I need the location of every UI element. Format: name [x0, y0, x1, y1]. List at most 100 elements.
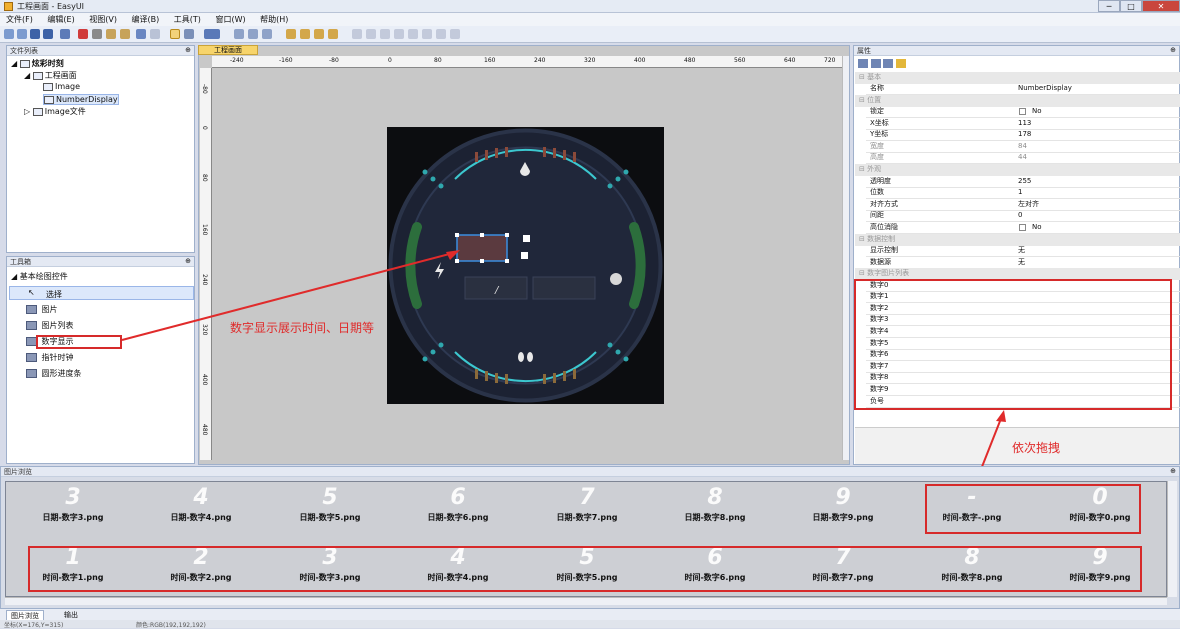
file-list-panel: 文件列表 ⊕ ◢ 炫彩时刻 ◢ 工程画面 Image NumberDisplay… [6, 45, 195, 253]
delete-icon[interactable] [78, 29, 88, 39]
image-item[interactable]: 3 日期-数字3.png [9, 484, 137, 523]
menu-window[interactable]: 窗口(W) [209, 13, 251, 26]
screen-icon [32, 71, 43, 80]
menu-tools[interactable]: 工具(T) [168, 13, 207, 26]
tree-image-files[interactable]: ▷ Image文件 [24, 106, 86, 117]
gallery-scrollbar[interactable] [1167, 481, 1177, 597]
save-icon[interactable] [30, 29, 40, 39]
prop-height[interactable]: 高度 44 [866, 152, 1180, 164]
sort-az-icon[interactable] [870, 59, 881, 68]
category-digit-images[interactable]: ⊟ 数字图片列表 [855, 268, 1180, 280]
prop-width[interactable]: 宽度 84 [866, 141, 1180, 153]
category-position[interactable]: ⊟ 位置 [855, 95, 1180, 107]
toolbox-group[interactable]: ◢ 基本绘图控件 [11, 271, 68, 282]
properties-toolbar [858, 59, 918, 69]
prop-name[interactable]: 名称 NumberDisplay [866, 83, 1180, 95]
copy-icon[interactable] [60, 29, 70, 39]
prop-show-control[interactable]: 显示控制无 [866, 245, 1180, 257]
cut-icon[interactable] [92, 29, 102, 39]
image-folder-icon [32, 107, 43, 116]
new-icon[interactable] [4, 29, 14, 39]
prop-spacing[interactable]: 间距 0 [866, 210, 1180, 222]
clock-icon [26, 353, 37, 362]
maximize-button[interactable]: □ [1120, 0, 1142, 12]
image-item[interactable]: 5 日期-数字5.png [266, 484, 394, 523]
project-icon [19, 59, 30, 68]
prop-zero-blank[interactable]: 高位消隐 No [866, 222, 1180, 234]
open-icon[interactable] [17, 29, 27, 39]
tab-design[interactable]: 工程画面 [198, 45, 258, 55]
pointer-icon[interactable] [184, 29, 194, 39]
events-icon[interactable] [895, 59, 906, 68]
prop-digits[interactable]: 位数 1 [866, 187, 1180, 199]
toolbox-item-image[interactable]: 图片 [26, 304, 58, 315]
lock-checkbox[interactable] [1019, 108, 1026, 115]
prop-data-source[interactable]: 数据源无 [866, 257, 1180, 269]
prop-y[interactable]: Y坐标 178 [866, 129, 1180, 141]
layout-icon[interactable] [204, 29, 220, 39]
image-icon [26, 305, 37, 314]
pin-icon[interactable]: ⊕ [185, 46, 191, 54]
align-right-icon[interactable] [380, 29, 390, 39]
import-icon[interactable] [300, 29, 310, 39]
menu-view[interactable]: 视图(V) [83, 13, 123, 26]
paste-icon[interactable] [106, 29, 116, 39]
prop-align[interactable]: 对齐方式 左对齐 [866, 199, 1180, 211]
category-appearance[interactable]: ⊟ 外观 [855, 164, 1180, 176]
tree-item-numberdisplay[interactable]: NumberDisplay [43, 94, 119, 105]
align-left-icon[interactable] [352, 29, 362, 39]
property-pages-icon[interactable] [883, 59, 894, 68]
export-icon[interactable] [314, 29, 324, 39]
pin-icon[interactable]: ⊕ [1170, 467, 1176, 475]
select-tool-icon[interactable] [170, 29, 180, 39]
align-center-icon[interactable] [366, 29, 376, 39]
tree-item-image[interactable]: Image [43, 82, 80, 91]
align-bottom-icon[interactable] [422, 29, 432, 39]
menu-edit[interactable]: 编辑(E) [41, 13, 80, 26]
tree-screen[interactable]: ◢ 工程画面 [24, 70, 77, 81]
image-item[interactable]: 9 日期-数字9.png [779, 484, 907, 523]
pin-icon[interactable]: ⊕ [1170, 46, 1176, 54]
toolbox-item-imagelist[interactable]: 图片列表 [26, 320, 74, 331]
toolbox-item-clock[interactable]: 指针时钟 [26, 352, 74, 363]
undo-icon[interactable] [136, 29, 146, 39]
zero-blank-checkbox[interactable] [1019, 224, 1026, 231]
prop-opacity[interactable]: 透明度 255 [866, 176, 1180, 188]
category-basic[interactable]: ⊟ 基本 [855, 72, 1180, 84]
categorized-icon[interactable] [858, 59, 868, 68]
gallery-hscrollbar[interactable] [5, 597, 1167, 605]
folder-icon[interactable] [286, 29, 296, 39]
image-item[interactable]: 4 日期-数字4.png [137, 484, 265, 523]
image-item[interactable]: 8 日期-数字8.png [651, 484, 779, 523]
align-top-icon[interactable] [394, 29, 404, 39]
paste-special-icon[interactable] [120, 29, 130, 39]
align-middle-icon[interactable] [408, 29, 418, 39]
menu-build[interactable]: 编译(B) [126, 13, 166, 26]
highlight-box [36, 335, 122, 349]
build-icon[interactable] [328, 29, 338, 39]
prop-x[interactable]: X坐标 113 [866, 118, 1180, 130]
same-height-icon[interactable] [450, 29, 460, 39]
image-browser-panel: 图片浏览 ⊕ 3 日期-数字3.png 4 日期-数字4.png 5 日期-数字5.p… [0, 466, 1180, 609]
minimize-button[interactable]: ─ [1098, 0, 1120, 12]
save-all-icon[interactable] [43, 29, 53, 39]
file-list-title: 文件列表 [7, 46, 194, 56]
menu-help[interactable]: 帮助(H) [254, 13, 294, 26]
category-display-control[interactable]: ⊟ 数据控制 [855, 234, 1180, 246]
zoom-out-icon[interactable] [262, 29, 272, 39]
time-digits-highlight-bottom [28, 546, 1142, 592]
menu-file[interactable]: 文件(F) [0, 13, 39, 26]
zoom-fit-icon[interactable] [248, 29, 258, 39]
image-item[interactable]: 7 日期-数字7.png [523, 484, 651, 523]
zoom-in-icon[interactable] [234, 29, 244, 39]
prop-lock[interactable]: 锁定 No [866, 106, 1180, 118]
image-item[interactable]: 6 日期-数字6.png [394, 484, 522, 523]
toolbox-item-progress[interactable]: 圆形进度条 [26, 368, 82, 379]
tree-root[interactable]: ◢ 炫彩时刻 [11, 58, 64, 69]
same-width-icon[interactable] [436, 29, 446, 39]
title-bar: 工程画面 - EasyUI ─ □ ✕ [0, 0, 1180, 13]
redo-icon[interactable] [150, 29, 160, 39]
close-button[interactable]: ✕ [1142, 0, 1180, 12]
tab-output[interactable]: 输出 [60, 610, 82, 620]
vertical-scrollbar[interactable] [842, 56, 849, 460]
